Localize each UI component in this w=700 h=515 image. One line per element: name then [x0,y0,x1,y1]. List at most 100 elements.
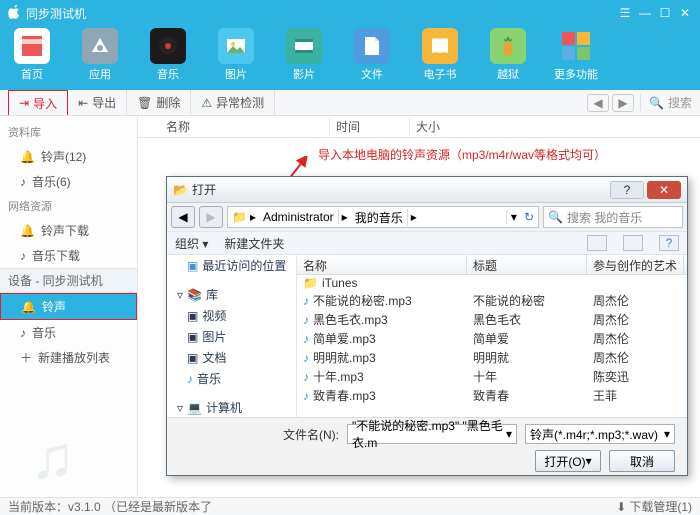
maximize-icon[interactable]: ☐ [658,6,672,20]
toolbar-app[interactable]: 应用 [78,28,122,82]
pineapple-icon [490,28,526,64]
search-icon: 🔍 [548,210,563,224]
file-row[interactable]: ♪十年.mp3十年陈奕迅 [297,367,687,386]
col-size[interactable]: 大小 [410,118,440,135]
dialog-search[interactable]: 🔍搜索 我的音乐 [543,206,683,228]
file-row[interactable]: ♪不能说的秘密.mp3不能说的秘密周杰伦 [297,291,687,310]
tree-pictures[interactable]: ▣图片 [167,326,296,347]
tree-video[interactable]: ▣视频 [167,305,296,326]
version-label: 当前版本：v3.1.0 （已经是最新版本了 [8,498,212,515]
refresh-icon[interactable]: ↻ [524,210,534,224]
picture-icon [218,28,254,64]
check-button[interactable]: ⚠异常检测 [191,90,275,115]
tree-docs[interactable]: ▣文档 [167,347,296,368]
sidebar-item-music[interactable]: ♪音乐(6) [0,169,137,194]
crumb-seg[interactable]: 我的音乐 [351,209,408,226]
bell-icon: 🔔 [21,300,36,314]
bell-icon: 🔔 [20,150,35,164]
organize-button[interactable]: 组织 ▾ [175,235,208,252]
dialog-nav-tree: ▣最近访问的位置 ▿📚库 ▣视频 ▣图片 ▣文档 ♪音乐 ▿💻计算机 💽Win7… [167,255,297,417]
more-icon [558,28,594,64]
dialog-close-icon[interactable]: ✕ [647,181,681,199]
status-bar: 当前版本：v3.1.0 （已经是最新版本了 ⬇下载管理(1) [0,497,700,515]
home-icon [14,28,50,64]
note-icon: ♪ [20,249,26,263]
dialog-help-icon[interactable]: ? [610,181,644,199]
file-row[interactable]: ♪致青春.mp3致青春王菲 [297,386,687,405]
toolbar-book[interactable]: 电子书 [418,28,462,82]
settings-icon[interactable]: ☰ [618,6,632,20]
music-icon [150,28,186,64]
file-row[interactable]: ♪简单爱.mp3简单爱周杰伦 [297,329,687,348]
download-icon: ⬇ [616,500,626,514]
col-artist[interactable]: 参与创作的艺术 [587,255,684,274]
col-time[interactable]: 时间 [330,118,410,135]
tree-computer[interactable]: ▿💻计算机 [167,397,296,417]
tree-libraries[interactable]: ▿📚库 [167,284,296,305]
dialog-body: ▣最近访问的位置 ▿📚库 ▣视频 ▣图片 ▣文档 ♪音乐 ▿💻计算机 💽Win7… [167,255,687,417]
col-name[interactable]: 名称 [160,118,330,135]
back-button[interactable]: ◀ [171,206,195,228]
dialog-toolbar: 组织 ▾ 新建文件夹 ? [167,231,687,255]
import-button[interactable]: ⇥导入 [8,90,68,115]
import-icon: ⇥ [19,96,29,110]
toolbar-movie[interactable]: 影片 [282,28,326,82]
minimize-icon[interactable]: — [638,6,652,20]
tree-music[interactable]: ♪音乐 [167,368,296,389]
apple-icon [8,5,20,22]
newfolder-button[interactable]: 新建文件夹 [224,235,284,252]
folder-open-icon: 📂 [173,183,188,197]
movie-icon [286,28,322,64]
dialog-footer: 文件名(N): "不能说的秘密.mp3" "黑色毛衣.m▾ 铃声(*.m4r;*… [167,417,687,478]
view-button[interactable] [587,235,607,251]
sidebar-item-music-download[interactable]: ♪音乐下载 [0,243,137,268]
toolbar-jailbreak[interactable]: 越狱 [486,28,530,82]
toolbar-pic[interactable]: 图片 [214,28,258,82]
toolbar-more[interactable]: 更多功能 [554,28,598,82]
open-button[interactable]: 打开(O) ▾ [535,450,601,472]
next-button[interactable]: ▶ [612,94,634,112]
bell-icon: 🔔 [20,224,35,238]
book-icon [422,28,458,64]
sidebar-item-new-playlist[interactable]: ＋新建播放列表 [0,345,137,370]
search-box[interactable]: 🔍搜索 [640,94,692,111]
warning-icon: ⚠ [201,96,212,110]
sidebar-item-ring-download[interactable]: 🔔铃声下载 [0,218,137,243]
prev-button[interactable]: ◀ [587,94,609,112]
sidebar: 资料库 🔔铃声(12) ♪音乐(6) 网络资源 🔔铃声下载 ♪音乐下载 设备 -… [0,116,138,496]
tree-recent[interactable]: ▣最近访问的位置 [167,255,296,276]
sidebar-section-library: 资料库 [0,120,137,144]
sidebar-section-net: 网络资源 [0,194,137,218]
toolbar-music[interactable]: 音乐 [146,28,190,82]
file-row[interactable]: ♪明明就.mp3明明就周杰伦 [297,348,687,367]
dialog-navbar: ◀ ▶ 📁 ▸ Administrator ▸ 我的音乐 ▸ ▾ ↻ 🔍搜索 我… [167,203,687,231]
toolbar-file[interactable]: 文件 [350,28,394,82]
download-manager-link[interactable]: ⬇下载管理(1) [616,498,692,515]
col-name[interactable]: 名称 [297,255,467,274]
app-titlebar: 同步测试机 ☰ — ☐ ✕ [0,0,700,26]
col-title[interactable]: 标题 [467,255,587,274]
sidebar-item-device-music[interactable]: ♪音乐 [0,320,137,345]
crumb-seg[interactable]: Administrator [259,210,339,224]
preview-button[interactable] [623,235,643,251]
dialog-file-list: 名称 标题 参与创作的艺术 📁iTunes♪不能说的秘密.mp3不能说的秘密周杰… [297,255,687,417]
delete-button[interactable]: 🗑删除 [127,90,191,115]
sidebar-item-device-ringtone[interactable]: 🔔铃声 [0,293,137,320]
sidebar-item-ringtones[interactable]: 🔔铃声(12) [0,144,137,169]
file-row[interactable]: 📁iTunes [297,275,687,291]
forward-button[interactable]: ▶ [199,206,223,228]
note-icon: ♪ [20,175,26,189]
open-dialog: 📂 打开 ? ✕ ◀ ▶ 📁 ▸ Administrator ▸ 我的音乐 ▸ … [166,176,688,476]
file-icon [354,28,390,64]
file-row[interactable]: ♪黑色毛衣.mp3黑色毛衣周杰伦 [297,310,687,329]
close-icon[interactable]: ✕ [678,6,692,20]
plus-icon: ＋ [20,349,32,366]
filetype-select[interactable]: 铃声(*.m4r;*.mp3;*.wav)▾ [525,424,675,444]
breadcrumb[interactable]: 📁 ▸ Administrator ▸ 我的音乐 ▸ ▾ ↻ [227,206,539,228]
list-header: 名称 时间 大小 [138,116,700,138]
toolbar-home[interactable]: 首页 [10,28,54,82]
cancel-button[interactable]: 取消 [609,450,675,472]
export-button[interactable]: ⇤导出 [68,90,127,115]
filename-input[interactable]: "不能说的秘密.mp3" "黑色毛衣.m▾ [347,424,517,444]
help-button[interactable]: ? [659,235,679,251]
